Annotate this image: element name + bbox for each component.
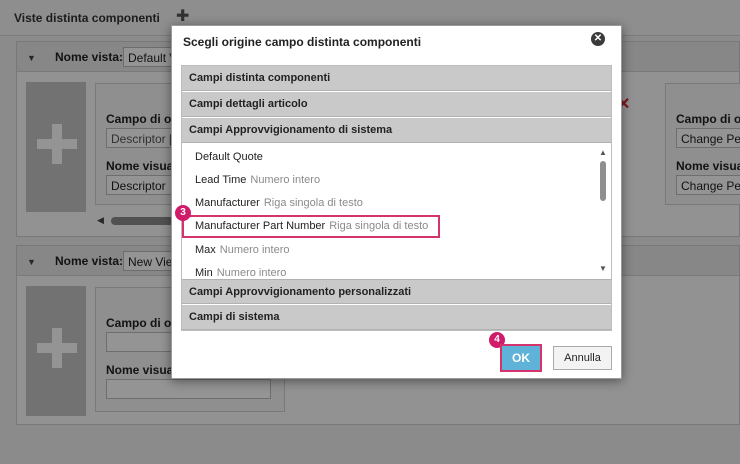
field-item-min[interactable]: Min Numero intero [182,262,597,279]
dialog-title: Scegli origine campo distinta componenti [183,35,422,49]
field-item-manufacturer[interactable]: Manufacturer Riga singola di testo [182,192,597,215]
group-system-sourcing-fields[interactable]: Campi Approvvigionamento di sistema [182,118,611,143]
scroll-down-arrow-icon[interactable]: ▼ [599,264,607,273]
ok-button[interactable]: OK [500,344,542,372]
group-custom-sourcing-fields[interactable]: Campi Approvvigionamento personalizzati [182,279,611,304]
field-source-dialog: Scegli origine campo distinta componenti… [171,25,622,379]
group-bom-fields[interactable]: Campi distinta componenti [182,66,611,91]
field-item-default-quote[interactable]: Default Quote [182,146,597,169]
vertical-scrollbar[interactable]: ▲ ▼ [596,144,610,279]
cancel-button[interactable]: Annulla [553,346,612,370]
step-badge-3: 3 [175,205,191,221]
group-item-details-fields[interactable]: Campi dettagli articolo [182,92,611,117]
field-list: Default Quote Lead Time Numero intero Man… [182,144,611,279]
field-item-max[interactable]: Max Numero intero [182,239,597,262]
scroll-up-arrow-icon[interactable]: ▲ [599,148,607,157]
scroll-thumb[interactable] [600,161,606,201]
field-item-manufacturer-part-number[interactable]: Manufacturer Part Number Riga singola di … [182,215,440,238]
field-item-lead-time[interactable]: Lead Time Numero intero [182,169,597,192]
field-group-list: Campi distinta componenti Campi dettagli… [181,65,612,331]
close-icon[interactable]: ✕ [591,32,605,46]
group-system-fields[interactable]: Campi di sistema [182,305,611,330]
